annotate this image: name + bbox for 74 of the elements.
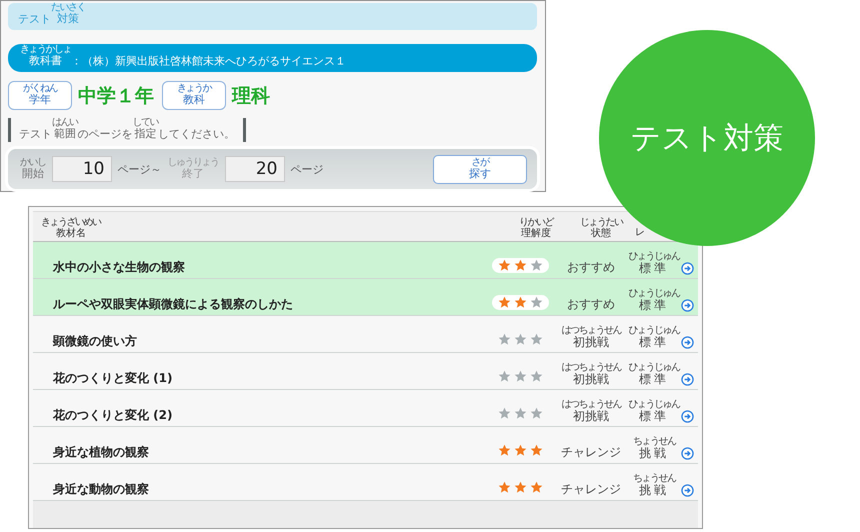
material-name: 身近な植物の観察	[53, 444, 150, 461]
status-text: はつちょうせん 初挑戦	[560, 326, 622, 350]
star-icon	[498, 481, 510, 494]
star-icon	[530, 444, 542, 457]
star-icon	[514, 481, 526, 494]
end-label: しゅうりょう 終了	[168, 158, 218, 180]
star-icon	[514, 444, 526, 457]
arrow-right-icon[interactable]	[681, 447, 694, 460]
level-text: ひょうじゅん 標準	[628, 363, 681, 387]
end-page-field[interactable]: 20	[224, 156, 284, 182]
status-text: はつちょうせん 初挑戦	[560, 400, 622, 424]
start-label: かいし 開始	[20, 158, 46, 180]
table-row[interactable]: 花のつくりと変化 (2) はつちょうせん 初挑戦 ひょうじゅん 標準	[33, 390, 698, 427]
textbook-text: きょうかしょ 教科書 ：（株）新興出版社啓林館未来へひろがるサイエンス１	[20, 45, 346, 69]
level-text: ひょうじゅん 標準	[628, 252, 681, 276]
arrow-right-icon[interactable]	[681, 484, 694, 497]
level-text: ひょうじゅん 標準	[628, 400, 681, 424]
status-text: チャレンジ	[560, 444, 622, 461]
status-text: はつちょうせん 初挑戦	[560, 363, 622, 387]
grade-value: 中学１年	[78, 84, 154, 108]
star-icon	[530, 370, 542, 383]
table-row[interactable]: 花のつくりと変化 (1) はつちょうせん 初挑戦 ひょうじゅん 標準	[33, 353, 698, 390]
star-icon	[498, 370, 510, 383]
star-icon	[514, 259, 526, 272]
material-name: 顕微鏡の使い方	[53, 333, 138, 350]
table-row[interactable]: 水中の小さな生物の観察 おすすめ ひょうじゅん 標準	[33, 242, 698, 279]
status-text: おすすめ	[566, 259, 616, 276]
star-icon	[530, 333, 542, 346]
column-header: りかいど 理解度	[518, 218, 554, 239]
material-name: ルーペや双眼実体顕微鏡による観察のしかた	[53, 296, 294, 313]
table-row[interactable]: 顕微鏡の使い方 はつちょうせん 初挑戦 ひょうじゅん 標準	[33, 316, 698, 353]
header-title: テスト たいさく 対策	[18, 3, 85, 27]
material-name: 花のつくりと変化 (2)	[53, 407, 174, 424]
arrow-right-icon[interactable]	[681, 410, 694, 423]
star-icon	[498, 259, 510, 272]
star-icon	[514, 296, 526, 309]
star-icon	[530, 481, 542, 494]
page-unit: ページ	[290, 162, 324, 177]
star-icon	[514, 370, 526, 383]
arrow-right-icon[interactable]	[681, 262, 694, 275]
star-icon	[530, 296, 542, 309]
page-unit: ページ～	[118, 162, 162, 177]
star-icon	[498, 296, 510, 309]
table-row[interactable]: 身近な植物の観察 チャレンジ ちょうせん 挑戦	[33, 427, 698, 464]
subject-button[interactable]: きょうか 教科	[162, 81, 226, 110]
status-text: おすすめ	[566, 296, 616, 313]
star-icon	[530, 259, 542, 272]
arrow-right-icon[interactable]	[681, 336, 694, 349]
table-row[interactable]: ルーペや双眼実体顕微鏡による観察のしかた おすすめ ひょうじゅん 標準	[33, 279, 698, 316]
column-header: レ	[634, 226, 646, 239]
subject-value: 理科	[232, 84, 270, 108]
badge-text: テスト対策	[630, 120, 784, 158]
material-name: 身近な動物の観察	[53, 481, 150, 498]
material-name: 水中の小さな生物の観察	[53, 259, 186, 276]
level-text: ちょうせん 挑戦	[632, 474, 677, 498]
level-text: ひょうじゅん 標準	[628, 289, 681, 313]
grade-button[interactable]: がくねん 学年	[8, 81, 72, 110]
level-text: ひょうじゅん 標準	[628, 326, 681, 350]
status-text: チャレンジ	[560, 481, 622, 498]
star-icon	[498, 407, 510, 420]
arrow-right-icon[interactable]	[681, 373, 694, 386]
star-icon	[498, 444, 510, 457]
search-button[interactable]: さが 探す	[433, 154, 527, 184]
instruction-text: テスト はんい 範囲 のページを してい 指定 してください。	[8, 118, 246, 142]
level-text: ちょうせん 挑戦	[632, 437, 677, 461]
star-icon	[498, 333, 510, 346]
column-header: きょうざいめい 教材名	[41, 218, 102, 239]
arrow-right-icon[interactable]	[681, 299, 694, 312]
star-icon	[514, 333, 526, 346]
column-header: じょうたい 状態	[578, 218, 624, 239]
material-name: 花のつくりと変化 (1)	[53, 370, 174, 387]
star-icon	[514, 407, 526, 420]
start-page-field[interactable]: 10	[52, 156, 112, 182]
star-icon	[530, 407, 542, 420]
